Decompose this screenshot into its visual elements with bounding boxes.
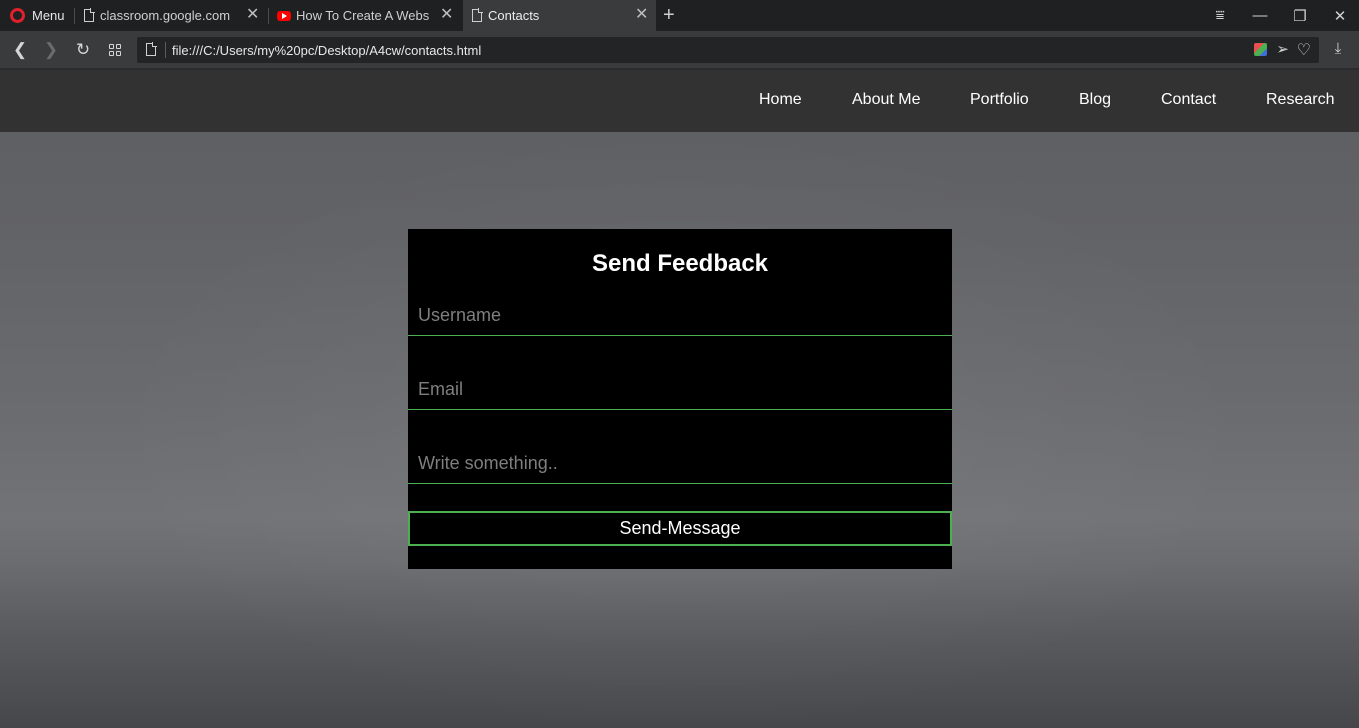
youtube-icon [277, 10, 291, 21]
tab-title: classroom.google.com [100, 8, 231, 23]
download-icon[interactable]: ⤓ [1328, 40, 1348, 57]
url-text[interactable]: file:///C:/Users/my%20pc/Desktop/A4cw/co… [172, 43, 481, 58]
tab-close-icon[interactable]: ✕ [635, 7, 648, 23]
email-input[interactable] [408, 370, 952, 410]
tab-contacts[interactable]: Contacts [463, 0, 656, 31]
restore-icon[interactable]: ❐ [1280, 0, 1320, 31]
forward-icon[interactable]: ❯ [41, 40, 61, 60]
window-close-icon[interactable]: ✕ [1320, 0, 1359, 31]
send-message-button[interactable]: Send-Message [408, 511, 952, 546]
nav-link-research[interactable]: Research [1266, 91, 1334, 109]
site-navbar: Home About Me Portfolio Blog Contact Res… [0, 70, 1359, 132]
minimize-icon[interactable]: — [1240, 0, 1280, 31]
tab-classroom[interactable]: classroom.google.com [75, 0, 267, 31]
back-icon[interactable]: ❮ [10, 40, 30, 60]
menu-label: Menu [32, 8, 65, 23]
nav-link-home[interactable]: Home [759, 91, 802, 109]
page-icon [84, 8, 95, 22]
tab-close-icon[interactable]: ✕ [440, 7, 453, 23]
send-icon[interactable]: ➢ [1276, 40, 1289, 58]
nav-link-about-me[interactable]: About Me [852, 91, 920, 109]
opera-menu-button[interactable]: Menu [0, 0, 72, 31]
new-tab-icon[interactable]: + [663, 5, 675, 25]
username-input[interactable] [408, 296, 952, 336]
reload-icon[interactable]: ↻ [73, 40, 93, 60]
nav-link-blog[interactable]: Blog [1079, 91, 1111, 109]
browser-tab-strip: Menu classroom.google.com ✕ How To Creat… [0, 0, 1359, 31]
nav-link-portfolio[interactable]: Portfolio [970, 91, 1029, 109]
browser-toolbar: ❮ ❯ ↻ file:///C:/Users/my%20pc/Desktop/A… [0, 31, 1359, 69]
tab-title: How To Create A Website [296, 8, 429, 23]
extension-cube-icon[interactable] [1254, 43, 1267, 56]
message-input[interactable] [408, 444, 952, 484]
speed-dial-icon[interactable] [109, 44, 122, 56]
heart-icon[interactable]: ♡ [1297, 40, 1311, 60]
page-viewport: Home About Me Portfolio Blog Contact Res… [0, 70, 1359, 728]
tab-close-icon[interactable]: ✕ [246, 7, 259, 23]
tab-youtube[interactable]: How To Create A Website [269, 0, 429, 31]
address-bar[interactable]: file:///C:/Users/my%20pc/Desktop/A4cw/co… [137, 37, 1319, 63]
nav-link-contact[interactable]: Contact [1161, 91, 1216, 109]
url-divider [165, 42, 166, 58]
opera-logo-icon [10, 8, 25, 23]
page-icon [472, 8, 483, 22]
tab-title: Contacts [488, 8, 540, 23]
tab-stash-icon[interactable]: ⩸ [1200, 0, 1240, 31]
feedback-form: Send Feedback Send-Message [408, 229, 952, 569]
page-icon [146, 42, 157, 56]
form-title: Send Feedback [591, 250, 769, 277]
